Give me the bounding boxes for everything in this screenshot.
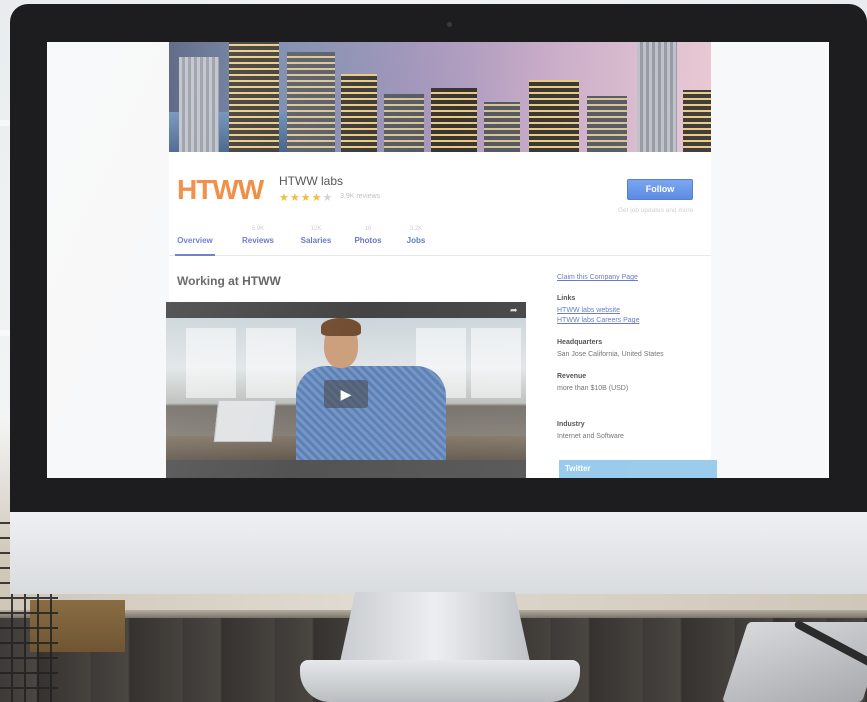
tab-label: Photos bbox=[354, 236, 382, 245]
tab-label: Overview bbox=[177, 236, 213, 245]
website-link[interactable]: HTWW labs website bbox=[557, 307, 620, 314]
hq-value: San Jose California, United States bbox=[557, 351, 664, 358]
tab-photos[interactable]: 16 Photos bbox=[351, 226, 385, 245]
video-window bbox=[471, 328, 521, 398]
links-heading: Links bbox=[557, 295, 576, 302]
notebook bbox=[722, 622, 867, 702]
company-logo: HTWW bbox=[177, 174, 264, 205]
star-icon: ★ bbox=[300, 192, 312, 204]
star-icon: ★ bbox=[311, 192, 323, 204]
star-rating: ★★★★★ bbox=[279, 191, 333, 204]
tab-reviews[interactable]: 5.9K Reviews bbox=[239, 226, 277, 245]
video-toolbar: ➦ bbox=[166, 302, 526, 318]
twitter-widget[interactable]: Twitter bbox=[559, 460, 717, 478]
tab-count: 12K bbox=[310, 226, 322, 232]
twitter-label: Twitter bbox=[565, 464, 591, 473]
banner-building bbox=[683, 90, 711, 152]
banner-building bbox=[484, 102, 520, 152]
banner-building bbox=[637, 42, 677, 152]
video-controls[interactable] bbox=[166, 460, 526, 478]
industry-heading: Industry bbox=[557, 421, 585, 428]
video-laptop bbox=[213, 400, 277, 442]
follow-subtext: Get job updates and more bbox=[618, 207, 694, 214]
cover-banner bbox=[169, 42, 711, 152]
banner-building bbox=[287, 52, 335, 152]
claim-company-link[interactable]: Claim this Company Page bbox=[557, 274, 638, 281]
banner-building bbox=[179, 57, 219, 152]
monitor-stand bbox=[340, 592, 530, 662]
play-icon[interactable]: ▶ bbox=[324, 380, 368, 408]
video-player[interactable]: ➦ ▶ bbox=[166, 302, 526, 478]
tab-label: Jobs bbox=[406, 236, 426, 245]
tab-count: 5.9K bbox=[251, 226, 265, 232]
monitor-screen: HTWW HTWW labs ★★★★★ 3.9K reviews Follow… bbox=[47, 42, 829, 478]
video-window bbox=[186, 328, 236, 398]
tab-overview[interactable]: Overview bbox=[175, 226, 215, 256]
tab-salaries[interactable]: 12K Salaries bbox=[297, 226, 335, 245]
banner-building bbox=[431, 88, 477, 152]
revenue-heading: Revenue bbox=[557, 373, 587, 380]
banner-building bbox=[587, 96, 627, 152]
follow-button[interactable]: Follow bbox=[627, 179, 693, 200]
monitor-chin bbox=[10, 512, 867, 594]
star-icon: ★ bbox=[322, 192, 334, 204]
tab-label: Reviews bbox=[241, 236, 275, 245]
banner-building bbox=[229, 42, 279, 152]
company-name[interactable]: HTWW labs bbox=[279, 174, 343, 188]
tab-label: Salaries bbox=[300, 236, 332, 245]
star-icon: ★ bbox=[279, 192, 290, 204]
company-page: HTWW HTWW labs ★★★★★ 3.9K reviews Follow… bbox=[166, 42, 717, 478]
company-tabs: Overview 5.9K Reviews 12K Salaries 16 Ph… bbox=[169, 226, 711, 256]
tab-count bbox=[175, 226, 215, 236]
banner-building bbox=[529, 80, 579, 152]
video-thumbnail[interactable]: ▶ bbox=[166, 318, 526, 460]
share-icon[interactable]: ➦ bbox=[510, 305, 520, 315]
monitor-stand-base bbox=[300, 660, 580, 702]
tab-count: 3.2K bbox=[409, 226, 423, 232]
careers-link[interactable]: HTWW labs Careers Page bbox=[557, 317, 639, 324]
video-person-hair bbox=[321, 318, 361, 336]
hq-heading: Headquarters bbox=[557, 339, 603, 346]
reviews-summary[interactable]: 3.9K reviews bbox=[340, 193, 380, 200]
banner-building bbox=[341, 74, 377, 152]
section-title: Working at HTWW bbox=[177, 274, 281, 288]
tab-count: 16 bbox=[364, 226, 372, 232]
video-window bbox=[246, 328, 296, 398]
industry-value: Internet and Software bbox=[557, 433, 624, 440]
video-person bbox=[296, 366, 446, 460]
tab-jobs[interactable]: 3.2K Jobs bbox=[403, 226, 429, 245]
revenue-value: more than $10B (USD) bbox=[557, 385, 629, 392]
camera-dot bbox=[447, 22, 452, 27]
banner-building bbox=[384, 94, 424, 152]
star-icon: ★ bbox=[289, 192, 301, 204]
